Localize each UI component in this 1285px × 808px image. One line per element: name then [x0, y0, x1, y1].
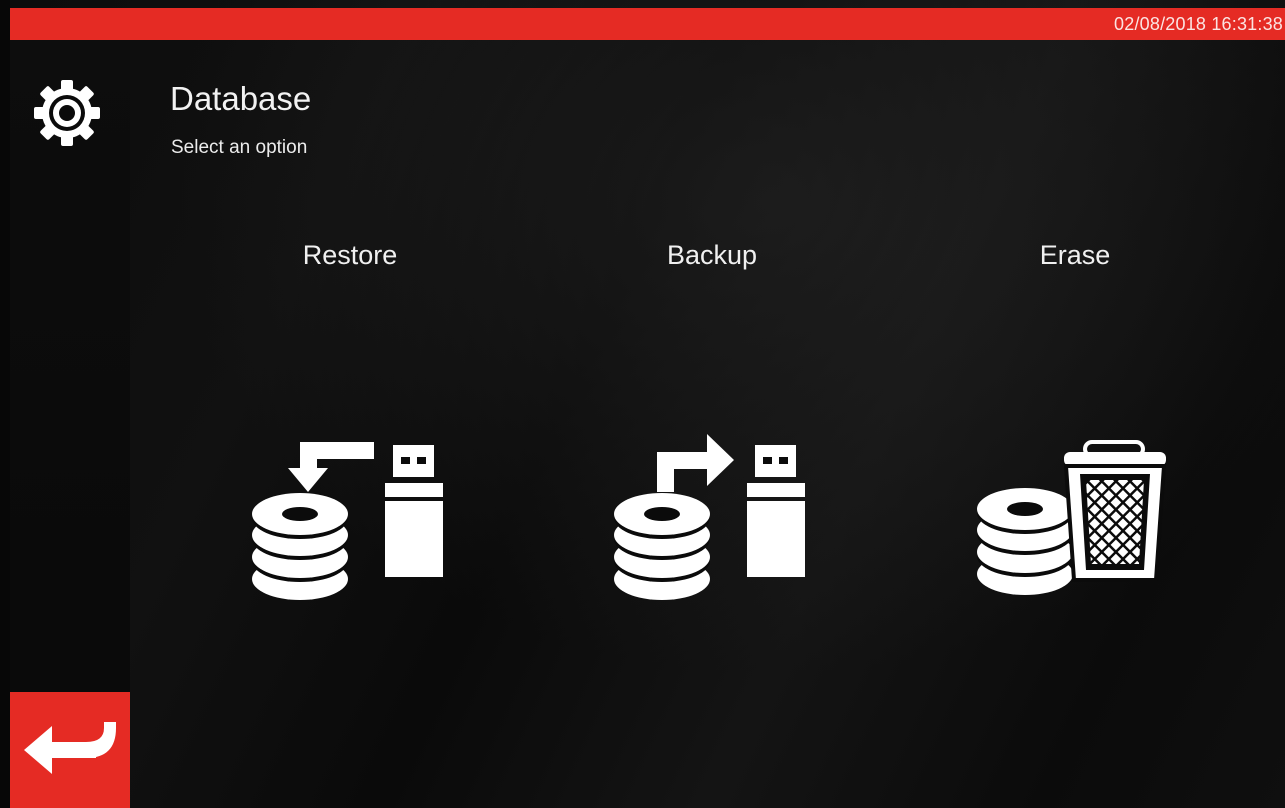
database-screen: 02/08/2018 16:31:38 Database Select an o… — [0, 0, 1285, 808]
database-restore-from-usb-icon — [200, 430, 500, 620]
datetime-readout: 02/08/2018 16:31:38 — [1114, 14, 1283, 34]
database-backup-to-usb-icon — [562, 430, 862, 620]
database-erase-icon — [925, 430, 1225, 620]
backup-option[interactable]: Backup — [562, 230, 862, 630]
restore-label: Restore — [302, 240, 398, 270]
restore-option[interactable]: Restore — [200, 230, 500, 630]
erase-label: Erase — [1039, 240, 1111, 270]
status-bar: 02/08/2018 16:31:38 — [10, 8, 1285, 40]
page-subtitle: Select an option — [171, 137, 308, 158]
page-title: Database — [170, 80, 312, 117]
gear-icon — [34, 80, 100, 146]
backup-label: Backup — [666, 240, 758, 270]
return-arrow-icon — [24, 722, 116, 774]
back-button[interactable] — [10, 692, 130, 808]
erase-option[interactable]: Erase — [925, 230, 1225, 630]
